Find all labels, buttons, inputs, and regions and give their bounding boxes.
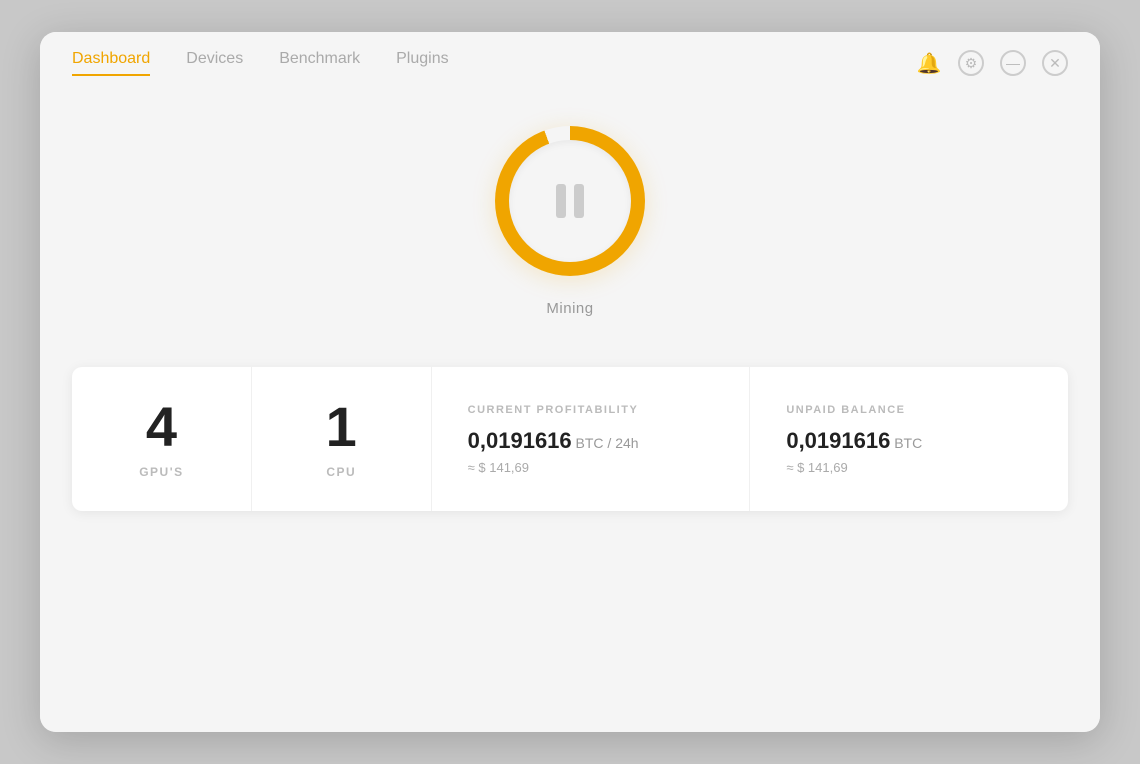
profitability-value: 0,0191616 BTC / 24h: [468, 428, 714, 454]
gpu-label: GPU'S: [139, 465, 183, 479]
minimize-icon[interactable]: —: [1000, 50, 1026, 76]
stats-row: 4 GPU'S 1 CPU CURRENT PROFITABILITY 0,01…: [72, 367, 1068, 511]
cpu-count: 1: [326, 399, 357, 455]
nav-item-dashboard[interactable]: Dashboard: [72, 50, 150, 76]
pause-bar-left: [556, 184, 566, 218]
mining-button[interactable]: [495, 126, 645, 276]
profitability-unit: BTC / 24h: [572, 435, 639, 451]
app-window: Dashboard Devices Benchmark Plugins 🔔 ⚙ …: [40, 32, 1100, 732]
profitability-title: CURRENT PROFITABILITY: [468, 404, 714, 416]
mining-button-inner: [509, 140, 631, 262]
gpu-count: 4: [146, 399, 177, 455]
mining-status-label: Mining: [546, 300, 593, 317]
balance-unit: BTC: [890, 435, 922, 451]
pause-icon: [556, 184, 584, 218]
settings-icon[interactable]: ⚙: [958, 50, 984, 76]
main-nav: Dashboard Devices Benchmark Plugins: [72, 50, 449, 76]
profitability-approx: ≈ $ 141,69: [468, 460, 714, 475]
main-content: Mining 4 GPU'S 1 CPU CURRENT PROFITABILI…: [40, 76, 1100, 702]
profitability-card: CURRENT PROFITABILITY 0,0191616 BTC / 24…: [432, 367, 751, 511]
bottom-partial: [40, 702, 1100, 732]
balance-title: UNPAID BALANCE: [786, 404, 1032, 416]
balance-approx: ≈ $ 141,69: [786, 460, 1032, 475]
nav-item-benchmark[interactable]: Benchmark: [279, 50, 360, 76]
nav-item-plugins[interactable]: Plugins: [396, 50, 448, 76]
cpu-card: 1 CPU: [252, 367, 432, 511]
pause-bar-right: [574, 184, 584, 218]
balance-value: 0,0191616 BTC: [786, 428, 1032, 454]
gpu-card: 4 GPU'S: [72, 367, 252, 511]
window-controls: 🔔 ⚙ — ✕: [916, 50, 1068, 76]
close-icon[interactable]: ✕: [1042, 50, 1068, 76]
nav-item-devices[interactable]: Devices: [186, 50, 243, 76]
notification-icon[interactable]: 🔔: [916, 50, 942, 76]
titlebar: Dashboard Devices Benchmark Plugins 🔔 ⚙ …: [40, 32, 1100, 76]
cpu-label: CPU: [326, 465, 356, 479]
balance-card: UNPAID BALANCE 0,0191616 BTC ≈ $ 141,69: [750, 367, 1068, 511]
mining-section: Mining: [495, 126, 645, 317]
